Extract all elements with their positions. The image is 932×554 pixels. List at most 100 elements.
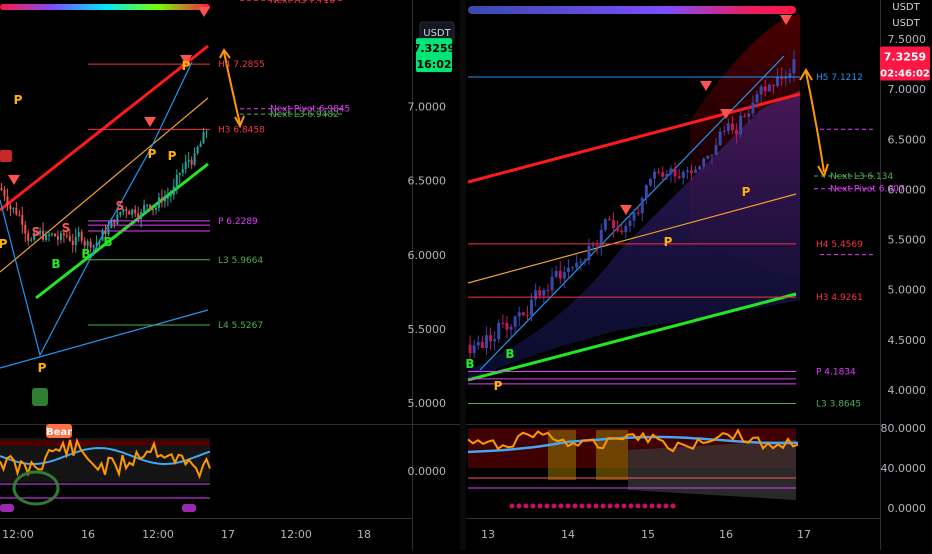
candle-body [178,173,181,175]
pivot-label: L3 3.8645 [816,400,861,410]
candle-body [0,188,3,190]
x-tick-label: 14 [561,528,575,541]
osc-dot [509,503,515,509]
candle-body [566,267,570,273]
osc-y-tick: 0.0000 [408,465,447,478]
candle-body [27,233,30,241]
x-tick-label: 12:00 [142,528,174,541]
signal-label: B [505,347,514,361]
chart-workspace: Next H3 7.716 H4 7.2855 Next Pivot 6.9845 N… [0,0,932,550]
x-tick-label: 13 [481,528,495,541]
candle-body [107,228,110,234]
signal-label: P [182,59,191,73]
candle-body [763,86,767,92]
pivot-label: H3 6.8458 [218,125,265,135]
candle-body [607,219,611,221]
candle-body [15,207,18,215]
candle-body [65,235,68,237]
signal-label: P [148,147,157,161]
candle-body [685,170,689,172]
candle-body [624,225,628,233]
candle-body [530,299,534,316]
signal-label: B [465,357,474,371]
x-tick-label: 15 [641,528,655,541]
candle-body [104,230,107,234]
osc-dot [670,503,676,509]
candle-body [521,312,525,316]
osc-marker [0,504,14,512]
currency-label-2: USDT [892,18,920,29]
x-tick-label: 17 [797,528,811,541]
candle-body [702,158,706,167]
signal-label: S [116,199,125,213]
pivot-label: H4 7.2855 [218,60,265,70]
y-tick-label: 6.5000 [408,175,447,188]
candle-body [640,197,644,214]
candle-body [137,213,140,220]
bar-countdown: 02:46:02 [880,69,930,80]
candle-body [184,161,187,170]
osc-dot [628,503,634,509]
x-tick-label: 16 [719,528,733,541]
candle-body [776,76,780,86]
pivot-label: H5 7.1212 [816,73,863,83]
y-tick-label: 6.0000 [408,249,447,262]
signal-label: P [0,237,8,251]
candle-body [74,236,77,245]
x-tick-label: 12:00 [280,528,312,541]
candle-body [125,209,128,212]
candle-body [743,115,747,117]
candle-body [489,335,493,342]
candle-body [771,84,775,86]
bear-badge-label: Bear [46,427,72,438]
candle-body [792,59,796,74]
x-tick-label: 17 [221,528,235,541]
osc-dot [565,503,571,509]
candle-body [113,219,116,224]
signal-label: B [103,235,112,249]
candle-body [92,245,95,248]
pivot-label: P 6.2289 [218,217,258,227]
candle-body [681,171,685,178]
candle-body [751,102,755,114]
candle-body [12,207,15,209]
x-tick-label: 16 [81,528,95,541]
signal-label: P [494,379,503,393]
candle-body [181,169,184,174]
y-tick-label: 5.0000 [408,397,447,410]
signal-label: P [168,149,177,163]
candle-body [77,232,80,237]
candle-body [9,205,12,209]
signal-label: S [32,225,41,239]
candle-body [689,170,693,173]
candle-body [706,155,710,159]
osc-dot [537,503,543,509]
bar-countdown: 16:02 [416,58,451,71]
candle-body [493,339,497,342]
currency-label: USDT [892,2,920,13]
candle-body [698,166,702,170]
candle-body [747,113,751,117]
candle-body [468,344,472,354]
candle-body [513,316,517,327]
candle-body [134,209,137,214]
y-tick-label: 7.0000 [408,100,447,113]
candle-body [665,173,669,177]
x-tick-label: 18 [357,528,371,541]
osc-dot [621,503,627,509]
pivot-label: Next L3 6.134 [830,172,893,182]
candle-body [146,204,149,206]
candle-body [68,236,71,241]
candle-body [472,345,476,354]
y-tick-label: 5.0000 [888,284,927,297]
candle-body [187,159,190,162]
chart-splitter[interactable] [460,0,466,550]
osc-dot [614,503,620,509]
pivot-label: P 4.1834 [816,368,856,378]
candle-body [501,322,505,324]
candle-body [677,176,681,178]
candle-body [636,212,640,214]
candle-body [517,312,521,317]
osc-marker [182,504,196,512]
last-price-value: 7.3259 [413,42,455,55]
